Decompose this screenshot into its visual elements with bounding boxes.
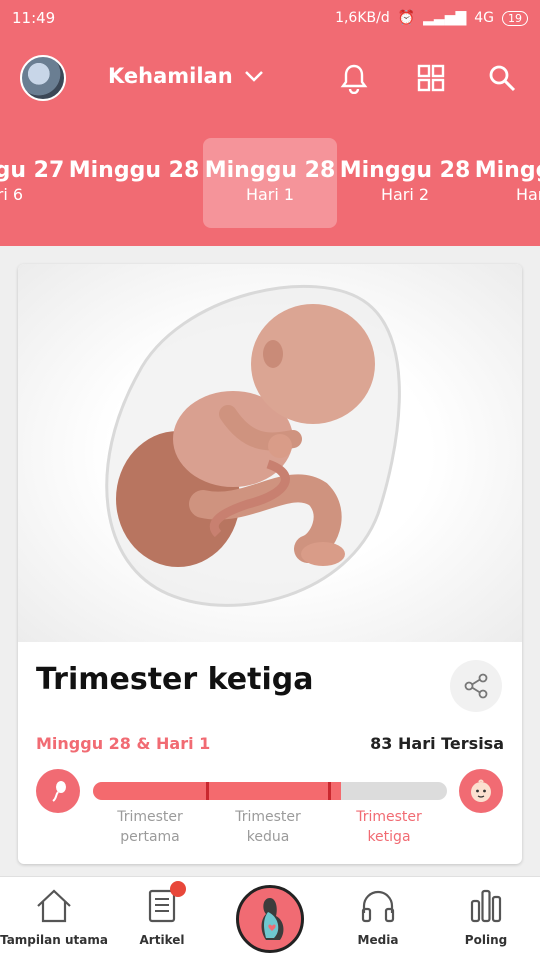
week-tab[interactable]: Minggu 28 Hari 2 <box>338 138 472 228</box>
bar-chart-icon <box>470 889 502 923</box>
home-icon <box>37 889 71 923</box>
bottom-navigation: Tampilan utama Artikel Media Poling <box>0 876 540 960</box>
nav-articles-label: Artikel <box>139 933 185 947</box>
week-tab[interactable]: Minggu 28 <box>67 138 201 228</box>
title-dropdown[interactable]: Kehamilan <box>108 64 265 88</box>
bell-icon <box>340 64 368 94</box>
status-indicators: 1,6KB/d ⏰ ▂▃▅▇ 4G 19 <box>335 10 528 26</box>
app-bar: Kehamilan <box>0 36 540 124</box>
alarm-icon: ⏰ <box>397 10 416 26</box>
trimester-label-2: Trimester kedua <box>235 809 301 845</box>
search-button[interactable] <box>484 60 520 96</box>
nav-home[interactable]: Tampilan utama <box>0 885 108 947</box>
trimester-label-1: Trimester pertama <box>117 809 183 845</box>
fetus-image[interactable] <box>18 264 522 642</box>
trimester-divider <box>328 782 331 800</box>
battery-icon: 19 <box>502 10 528 26</box>
nav-media[interactable]: Media <box>324 885 432 947</box>
birth-marker <box>459 769 503 813</box>
week-day-info: Minggu 28 & Hari 1 <box>36 734 211 753</box>
search-icon <box>489 65 516 92</box>
week-tab[interactable]: Minggu 27 Hari 6 <box>0 138 66 228</box>
nav-home-label: Tampilan utama <box>0 933 108 947</box>
conception-marker <box>36 769 80 813</box>
chevron-down-icon <box>244 71 263 82</box>
nav-poll[interactable]: Poling <box>432 885 540 947</box>
nav-articles[interactable]: Artikel <box>108 885 216 947</box>
page-title: Kehamilan <box>108 64 233 88</box>
nav-media-label: Media <box>357 933 399 947</box>
pregnancy-icon <box>261 898 284 940</box>
nav-poll-label: Poling <box>464 933 508 947</box>
pregnancy-progress-bar <box>93 782 447 800</box>
notification-button[interactable] <box>336 60 372 96</box>
fetus-illustration <box>105 284 401 607</box>
status-time: 11:49 <box>12 9 56 27</box>
baby-face-icon <box>471 779 491 802</box>
week-tab[interactable]: Minggu 28 Hari 3 <box>473 138 540 228</box>
grid-icon <box>417 64 445 92</box>
trimester-divider <box>206 782 209 800</box>
days-remaining: 83 Hari Tersisa <box>370 734 504 753</box>
pregnancy-card: Trimester ketiga Minggu 28 & Hari 1 83 H… <box>18 264 522 864</box>
week-selector: Minggu 27 Hari 6 Minggu 28 Minggu 28 Har… <box>0 124 540 246</box>
nav-pregnancy-center[interactable] <box>236 885 304 953</box>
menu-grid-button[interactable] <box>413 60 449 96</box>
headphones-icon <box>361 890 395 923</box>
notification-badge <box>170 881 186 897</box>
share-button[interactable] <box>450 660 502 712</box>
avatar[interactable] <box>20 55 66 101</box>
week-tab-selected[interactable]: Minggu 28 Hari 1 <box>203 138 337 228</box>
share-icon <box>464 673 488 699</box>
status-bar: 11:49 1,6KB/d ⏰ ▂▃▅▇ 4G 19 <box>0 0 540 36</box>
network-speed: 1,6KB/d <box>335 10 390 26</box>
signal-icon: ▂▃▅▇ <box>423 10 467 26</box>
trimester-title: Trimester ketiga <box>36 662 314 697</box>
progress-fill <box>93 782 341 800</box>
sperm-icon <box>52 781 66 802</box>
trimester-label-3: Trimester ketiga <box>356 809 422 845</box>
network-type: 4G <box>474 10 494 26</box>
